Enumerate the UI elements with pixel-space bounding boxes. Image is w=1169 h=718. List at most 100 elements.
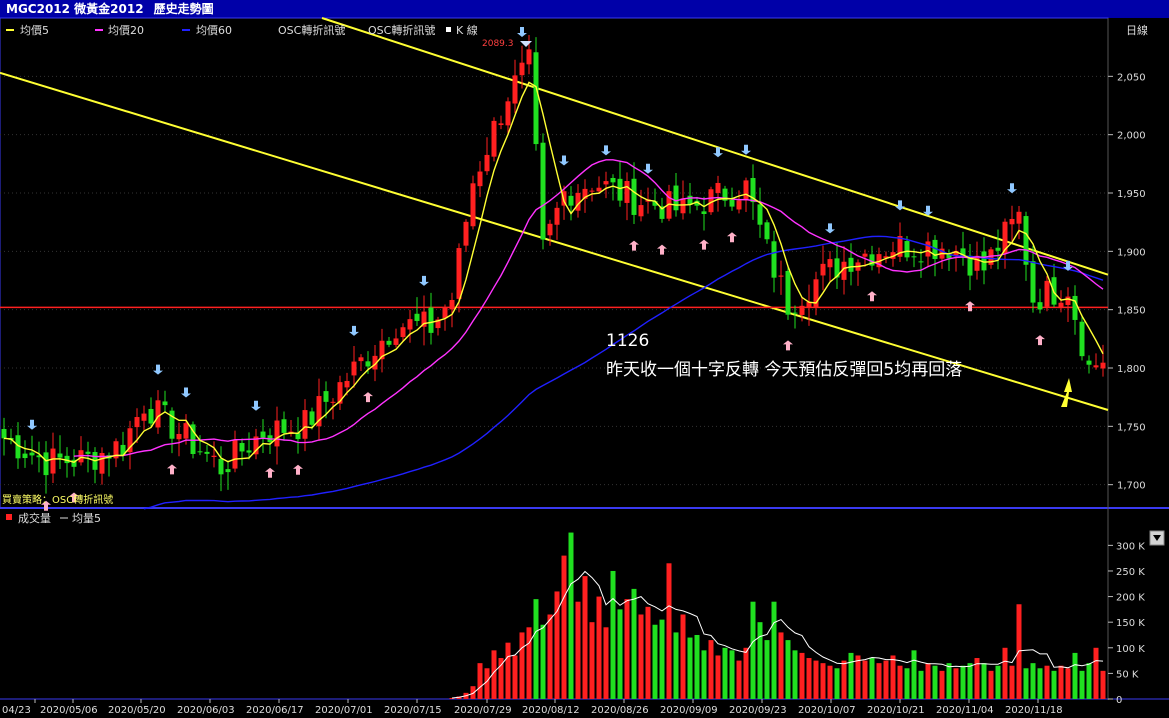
high-marker-label: 2089.3 <box>482 39 514 49</box>
candle-body <box>603 181 609 185</box>
volume-bar <box>953 668 959 699</box>
candle-body <box>1093 365 1099 368</box>
volume-bar <box>806 658 812 699</box>
volume-tick-label: 200 K <box>1116 593 1145 604</box>
legend-osc1: OSC轉折訊號 <box>278 23 345 37</box>
price-axis: 1,700 1,750 1,800 1,850 1,900 1,950 2,000 2,050 <box>1108 72 1146 492</box>
candle-body <box>1016 211 1022 224</box>
buy-signal-arrow <box>699 239 709 250</box>
candle-body <box>22 453 28 459</box>
gridlines <box>0 75 1108 486</box>
time-tick-label: 2020/08/12 <box>522 705 580 716</box>
volume-bar <box>757 622 763 699</box>
candle-body <box>477 171 483 187</box>
buy-signal-arrow <box>657 244 667 255</box>
candle-body <box>974 255 980 271</box>
volume-bar <box>820 663 826 699</box>
legend-osc2: OSC轉折訊號 <box>368 23 435 37</box>
candle-body <box>701 211 707 214</box>
volume-bar <box>981 663 987 699</box>
volume-bar <box>750 601 756 699</box>
buy-signal-arrow <box>965 301 975 312</box>
period-label[interactable]: 日線 <box>1126 23 1148 37</box>
candle-body <box>1009 218 1015 225</box>
volume-bar <box>883 660 889 699</box>
sell-signal-arrow <box>251 400 261 411</box>
candle-body <box>456 248 462 299</box>
volume-bar <box>1065 668 1071 699</box>
candle-body <box>673 185 679 211</box>
trend-channel <box>0 17 1109 411</box>
candle-body <box>470 183 476 227</box>
price-tick-label: 1,750 <box>1117 422 1146 433</box>
volume-bar <box>652 624 658 699</box>
volume-bar <box>533 599 539 699</box>
volume-bar <box>764 640 770 699</box>
candle-body <box>246 450 252 453</box>
time-tick-label: 2020/07/15 <box>384 705 442 716</box>
volume-bar <box>631 588 637 699</box>
volume-bar <box>1002 647 1008 699</box>
candle-body <box>365 361 371 367</box>
buy-signal-arrow <box>363 392 373 403</box>
candles <box>1 34 1106 494</box>
sell-signal-arrow <box>1007 183 1017 194</box>
candle-body <box>1065 296 1071 305</box>
candle-body <box>386 340 392 345</box>
time-tick-label: 2020/09/23 <box>729 705 787 716</box>
candle-body <box>820 263 826 276</box>
volume-bar <box>904 668 910 699</box>
volume-legend-swatch <box>6 514 12 520</box>
candle-body <box>526 49 532 65</box>
volume-bar <box>680 614 686 699</box>
candle-body <box>393 338 399 345</box>
sell-signal-arrow <box>349 325 359 336</box>
volume-bar <box>1009 665 1015 699</box>
candle-body <box>918 261 924 263</box>
buy-signal-arrow <box>629 240 639 251</box>
time-tick-label: 04/23 <box>2 705 31 716</box>
candle-body <box>400 327 406 338</box>
volume-bar <box>995 665 1001 699</box>
candle-body <box>568 195 574 206</box>
price-tick-label: 1,800 <box>1117 364 1146 375</box>
time-tick-label: 2020/08/26 <box>591 705 649 716</box>
volume-bar <box>792 650 798 699</box>
candle-body <box>827 259 833 268</box>
volume-bar <box>1093 647 1099 699</box>
buy-signal-arrow <box>293 464 303 475</box>
candle-body <box>414 313 420 321</box>
volume-bar <box>673 632 679 699</box>
chart-canvas: 1,700 1,750 1,800 1,850 1,900 1,950 2,000 2,050… <box>0 17 1169 716</box>
volume-bar <box>589 622 595 699</box>
time-tick-label: 2020/07/29 <box>454 705 512 716</box>
candle-body <box>141 413 147 421</box>
candle-body <box>407 319 413 330</box>
candle-body <box>442 307 448 319</box>
candle-body <box>29 452 35 456</box>
candle-body <box>862 253 868 257</box>
candle-body <box>232 439 238 469</box>
candle-body <box>309 411 315 425</box>
candle-body <box>799 305 805 315</box>
candle-body <box>57 453 63 458</box>
candle-body <box>764 222 770 240</box>
candle-body <box>183 423 189 439</box>
volume-bar <box>498 658 504 699</box>
volume-bar <box>596 596 602 699</box>
sell-signal-arrow <box>741 144 751 155</box>
candle-body <box>50 448 56 474</box>
time-axis: 04/23 2020/05/06 2020/05/20 2020/06/03 2020/… <box>2 699 1063 716</box>
candle-body <box>274 420 280 447</box>
candle-body <box>1 428 7 439</box>
price-tick-label: 1,700 <box>1117 481 1146 492</box>
candle-body <box>925 241 931 257</box>
volume-bar <box>876 663 882 699</box>
volume-bar <box>687 637 693 699</box>
price-tick-label: 2,000 <box>1117 131 1146 142</box>
volume-bar <box>505 642 511 699</box>
sell-signal-arrow <box>181 387 191 398</box>
volume-tick-label: 150 K <box>1116 618 1145 629</box>
volume-bar <box>925 663 931 699</box>
candle-body <box>197 451 203 453</box>
